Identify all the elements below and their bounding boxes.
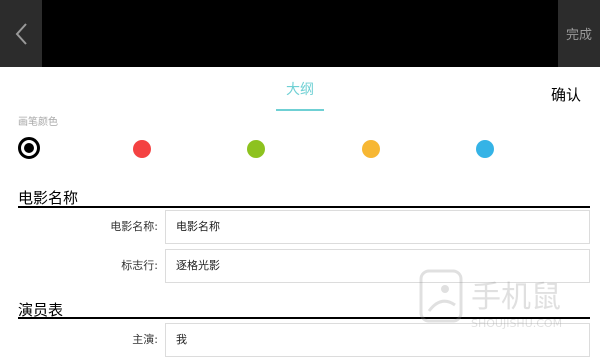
tab-outline-label: 大纲 — [286, 82, 314, 98]
color-swatch-black[interactable] — [18, 137, 40, 159]
watermark-brand: 手机鼠 — [471, 280, 561, 315]
brush-color-label: 画笔颜色 — [18, 117, 58, 128]
tab-active-indicator — [276, 109, 324, 111]
color-swatch-blue[interactable] — [476, 140, 494, 158]
color-swatch-orange[interactable] — [362, 140, 380, 158]
tab-outline[interactable]: 大纲 — [276, 81, 324, 111]
back-button[interactable] — [0, 0, 42, 67]
outline-panel: 大纲 确认 画笔颜色 电影名称 电影名称: 电影名称 标志行: 逐格光影 演员表… — [0, 67, 600, 357]
section-divider — [18, 206, 590, 208]
field-label: 电影名称: — [110, 220, 158, 233]
watermark-icon: 手机鼠 SHOUJISHU.COM — [419, 269, 562, 330]
section-title-movie-name: 电影名称 — [18, 189, 79, 207]
field-row-movie-name: 电影名称: 电影名称 — [18, 210, 590, 244]
chevron-left-icon — [15, 22, 27, 45]
field-label: 主演: — [132, 333, 158, 346]
field-label: 标志行: — [121, 259, 158, 272]
watermark-sub: SHOUJISHU.COM — [471, 317, 562, 330]
confirm-button[interactable]: 确认 — [551, 84, 581, 105]
color-swatch-red[interactable] — [133, 140, 151, 158]
top-bar: 完成 — [0, 0, 600, 67]
movie-name-input[interactable]: 电影名称 — [165, 210, 590, 244]
color-swatch-green[interactable] — [247, 140, 265, 158]
swatch-selected-dot — [24, 143, 34, 153]
done-button[interactable]: 完成 — [558, 0, 600, 67]
watermark-logo: 手机鼠 SHOUJISHU.COM — [415, 267, 590, 337]
